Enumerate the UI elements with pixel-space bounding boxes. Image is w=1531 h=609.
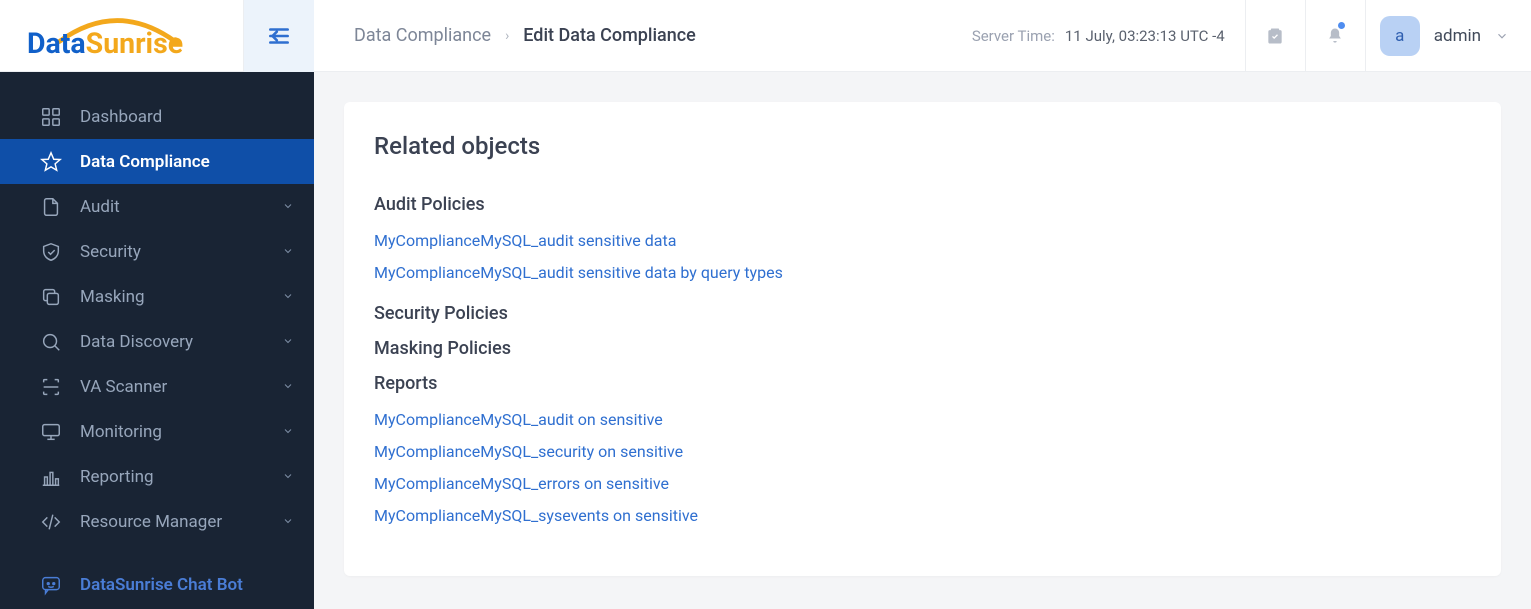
sidebar-item-va-scanner[interactable]: VA Scanner — [0, 364, 314, 409]
topbar: DataSunrise Data Compliance › Edit Data … — [0, 0, 1531, 72]
sidebar-item-reporting[interactable]: Reporting — [0, 454, 314, 499]
user-menu[interactable]: a admin — [1365, 0, 1531, 72]
collapse-sidebar-button[interactable] — [244, 0, 314, 72]
sidebar: Dashboard Data Compliance Audit Security Mas… — [0, 72, 314, 609]
logo-svg: DataSunrise — [27, 13, 217, 59]
section-reports: Reports MyComplianceMySQL_audit on sensit… — [374, 373, 1471, 532]
breadcrumb-current: Edit Data Compliance — [523, 25, 696, 46]
chevron-down-icon — [282, 197, 294, 217]
sidebar-item-label: Audit — [80, 197, 120, 217]
tasks-button[interactable] — [1245, 0, 1305, 72]
related-object-link[interactable]: MyComplianceMySQL_audit on sensitive — [374, 404, 1471, 436]
related-object-link[interactable]: MyComplianceMySQL_errors on sensitive — [374, 468, 1471, 500]
related-object-link[interactable]: MyComplianceMySQL_audit sensitive data b… — [374, 257, 1471, 289]
sidebar-item-data-compliance[interactable]: Data Compliance — [0, 139, 314, 184]
notifications-button[interactable] — [1305, 0, 1365, 72]
sidebar-item-label: Reporting — [80, 467, 154, 487]
chevron-down-icon — [1495, 29, 1509, 43]
bell-icon — [1325, 26, 1345, 46]
section-masking-policies: Masking Policies — [374, 338, 1471, 359]
breadcrumb-root[interactable]: Data Compliance — [354, 25, 491, 46]
sidebar-item-data-discovery[interactable]: Data Discovery — [0, 319, 314, 364]
sidebar-item-label: Monitoring — [80, 422, 162, 442]
chevron-down-icon — [282, 242, 294, 262]
sidebar-item-label: Data Compliance — [80, 152, 210, 172]
avatar: a — [1380, 16, 1420, 56]
barchart-icon — [40, 466, 62, 488]
chevron-down-icon — [282, 332, 294, 352]
related-object-link[interactable]: MyComplianceMySQL_audit sensitive data — [374, 225, 1471, 257]
svg-text:DataSunrise: DataSunrise — [27, 27, 183, 59]
logo[interactable]: DataSunrise — [0, 0, 244, 72]
page-title: Related objects — [374, 132, 1471, 160]
related-object-link[interactable]: MyComplianceMySQL_sysevents on sensitive — [374, 500, 1471, 532]
chatbot-label: DataSunrise Chat Bot — [80, 575, 243, 595]
notification-dot-icon — [1338, 22, 1345, 29]
sidebar-item-security[interactable]: Security — [0, 229, 314, 274]
section-title: Masking Policies — [374, 338, 1471, 359]
copy-icon — [40, 286, 62, 308]
sidebar-item-label: Data Discovery — [80, 332, 193, 352]
clipboard-check-icon — [1265, 26, 1285, 46]
server-time: Server Time: 11 July, 03:23:13 UTC -4 — [972, 27, 1245, 45]
server-time-value: 11 July, 03:23:13 UTC -4 — [1065, 27, 1225, 45]
code-icon — [40, 511, 62, 533]
main-content: Related objects Audit Policies MyComplian… — [314, 72, 1531, 609]
sidebar-item-monitoring[interactable]: Monitoring — [0, 409, 314, 454]
section-title: Security Policies — [374, 303, 1471, 324]
star-icon — [40, 151, 62, 173]
server-time-label: Server Time: — [972, 27, 1055, 45]
chevron-down-icon — [282, 512, 294, 532]
section-security-policies: Security Policies — [374, 303, 1471, 324]
sidebar-item-label: Dashboard — [80, 107, 162, 127]
sidebar-item-label: Masking — [80, 287, 145, 307]
shield-icon — [40, 241, 62, 263]
sidebar-item-resource-manager[interactable]: Resource Manager — [0, 499, 314, 544]
section-title: Reports — [374, 373, 1471, 394]
sidebar-item-label: Resource Manager — [80, 512, 222, 532]
chevron-down-icon — [282, 287, 294, 307]
search-icon — [40, 331, 62, 353]
file-icon — [40, 196, 62, 218]
link-list: MyComplianceMySQL_audit on sensitiveMyCo… — [374, 404, 1471, 532]
breadcrumb-separator-icon: › — [505, 28, 509, 44]
link-list: MyComplianceMySQL_audit sensitive dataMy… — [374, 225, 1471, 289]
sidebar-item-label: VA Scanner — [80, 377, 167, 397]
chevron-down-icon — [282, 467, 294, 487]
monitor-icon — [40, 421, 62, 443]
related-object-link[interactable]: MyComplianceMySQL_security on sensitive — [374, 436, 1471, 468]
sidebar-item-label: Security — [80, 242, 141, 262]
collapse-icon — [266, 23, 292, 49]
chevron-down-icon — [282, 422, 294, 442]
section-title: Audit Policies — [374, 194, 1471, 215]
chatbot-button[interactable]: DataSunrise Chat Bot — [0, 562, 314, 607]
section-audit-policies: Audit Policies MyComplianceMySQL_audit se… — [374, 194, 1471, 289]
breadcrumb: Data Compliance › Edit Data Compliance — [314, 25, 972, 46]
chat-icon — [40, 574, 62, 596]
scan-icon — [40, 376, 62, 398]
chevron-down-icon — [282, 377, 294, 397]
sidebar-item-masking[interactable]: Masking — [0, 274, 314, 319]
sidebar-item-dashboard[interactable]: Dashboard — [0, 94, 314, 139]
user-name: admin — [1434, 26, 1481, 46]
grid-icon — [40, 106, 62, 128]
sidebar-item-audit[interactable]: Audit — [0, 184, 314, 229]
related-objects-card: Related objects Audit Policies MyComplian… — [344, 102, 1501, 576]
